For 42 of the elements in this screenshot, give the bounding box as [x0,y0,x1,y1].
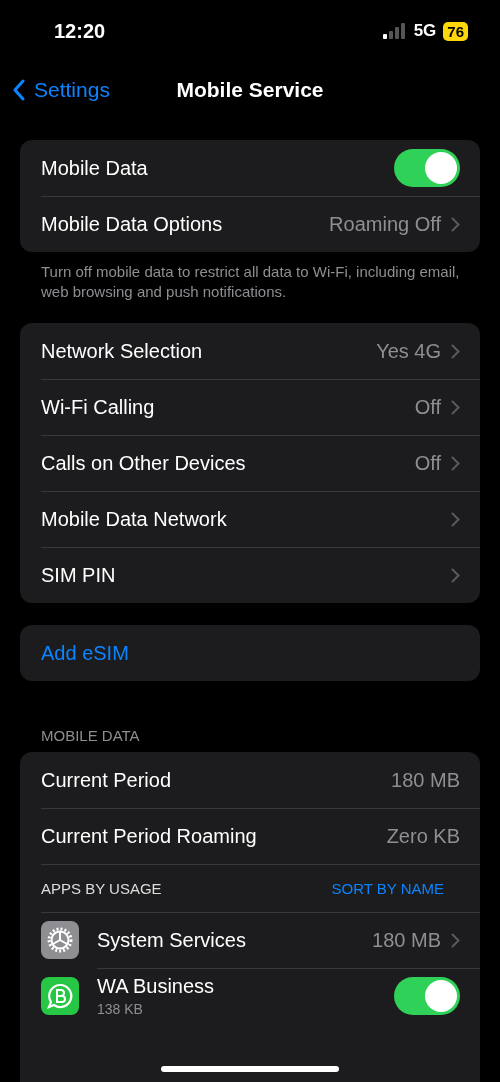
row-value: Off [414,451,441,475]
network-type: 5G [413,21,437,41]
toggle-switch[interactable] [394,977,460,1015]
row-value: Yes 4G [376,339,441,363]
chevron-icon [451,567,460,583]
row-label: Mobile Data [41,156,149,180]
battery-indicator: 76 [443,21,468,41]
row-label: Wi-Fi Calling [41,395,156,419]
chat-bubble-icon [41,977,79,1015]
chevron-icon [451,216,460,232]
status-time: 12:20 [54,19,106,43]
row-label: System Services [97,928,247,952]
row-value: 180 MB [372,928,441,952]
gear-icon [41,921,79,959]
signal-icon [382,23,407,39]
section-header: MOBILE DATA [41,727,141,744]
row-label: WA Business [97,975,216,998]
chevron-icon [451,399,460,415]
row-value: 180 MB [391,768,460,792]
row-value: Off [414,395,441,419]
row-detail: 138 KB [97,1001,144,1017]
page-title: Mobile Service [176,78,324,102]
back-chevron-icon [12,79,26,101]
toggle-switch[interactable] [394,149,460,187]
add-esim-link[interactable]: Add eSIM [41,641,129,665]
row-label: Current Period Roaming [41,824,258,848]
chevron-icon [451,932,460,948]
chevron-icon [451,455,460,471]
chevron-icon [451,511,460,527]
sort-button[interactable]: SORT BY NAME [331,879,460,897]
subsection-label: APPS BY USAGE [41,879,163,897]
row-value: Roaming Off [329,212,441,236]
row-label: Mobile Data Network [41,507,228,531]
section-footer: Turn off mobile data to restrict all data to Wi-Fi, including email, web browsing and push notifications. [41,262,460,301]
row-label: Network Selection [41,339,204,363]
row-label: SIM PIN [41,563,117,587]
chevron-icon [451,343,460,359]
back-button[interactable]: Settings [0,78,110,102]
row-value: Zero KB [386,824,460,848]
row-label: Mobile Data Options [41,212,224,236]
row-label: Current Period [41,768,173,792]
row-label: Calls on Other Devices [41,451,247,475]
